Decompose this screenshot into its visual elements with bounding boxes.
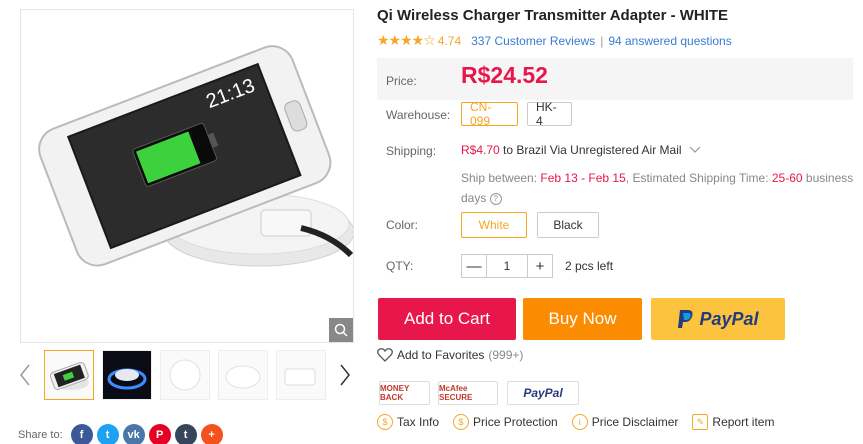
thumbnail-glow-image <box>107 368 147 390</box>
info-icon[interactable]: ? <box>489 192 502 205</box>
share-label: Share to: <box>18 429 63 441</box>
shipping-cost: R$4.70 <box>461 143 500 157</box>
price-disclaimer-label: Price Disclaimer <box>591 415 679 429</box>
shield-icon: $ <box>453 414 470 430</box>
price-row: Price: R$24.52 <box>377 58 853 100</box>
price-protection-label: Price Protection <box>473 415 558 429</box>
magnifier-icon <box>334 323 348 337</box>
thumbnail-prev-button[interactable] <box>18 360 32 390</box>
rating-value: 4.74 <box>437 33 462 48</box>
buy-now-button[interactable]: Buy Now <box>523 298 642 340</box>
reviews-link[interactable]: 337 Customer Reviews <box>471 34 595 48</box>
paypal-badge: PayPal <box>507 381 579 405</box>
tax-info-link[interactable]: $ Tax Info <box>377 414 439 430</box>
paypal-logo-icon <box>678 310 693 328</box>
money-back-badge: MONEY BACK <box>379 381 430 405</box>
twitter-icon[interactable]: t <box>96 424 119 444</box>
zoom-button[interactable] <box>329 318 353 342</box>
share-bar: Share to: f t vk P t + <box>18 424 223 444</box>
vk-icon[interactable]: vk <box>122 424 145 444</box>
report-item-link[interactable]: ✎ Report item <box>692 414 774 430</box>
shipping-method-text: to Brazil Via Unregistered Air Mail <box>499 143 682 157</box>
warehouse-option-hk[interactable]: HK-4 <box>527 100 572 128</box>
price-label: Price: <box>386 74 417 88</box>
info-circle-icon: i <box>571 414 588 430</box>
thumbnail-strip <box>18 350 358 402</box>
favorites-count: (999+) <box>488 348 524 362</box>
price-disclaimer-link[interactable]: i Price Disclaimer <box>571 414 679 430</box>
pinterest-icon[interactable]: P <box>148 424 171 444</box>
separator: | <box>600 33 604 48</box>
thumbnail-adapter-image <box>284 368 316 386</box>
info-links: $ Tax Info $ Price Protection i Price Discl… <box>377 414 774 430</box>
mcafee-badge: McAfee SECURE <box>438 381 498 405</box>
qty-decrease-button[interactable]: — <box>462 255 486 277</box>
chevron-left-icon <box>20 364 30 386</box>
color-option-black[interactable]: Black <box>537 212 599 238</box>
heart-icon <box>377 348 393 362</box>
ship-time-value: 25-60 <box>771 171 803 185</box>
product-title: Qi Wireless Charger Transmitter Adapter … <box>377 7 729 24</box>
ship-between-dates: Feb 13 - Feb 15 <box>540 171 626 185</box>
chevron-right-icon <box>340 364 350 386</box>
paypal-button[interactable]: PayPal <box>651 298 785 340</box>
ship-between-info: Ship between: Feb 13 - Feb 15, Estimated… <box>461 168 857 208</box>
thumbnail-2[interactable] <box>102 350 152 400</box>
rating-row: ★★★★☆ 4.74 337 Customer Reviews | 94 ans… <box>377 32 732 49</box>
star-rating-icon: ★★★★☆ <box>377 32 436 48</box>
qty-increase-button[interactable]: + <box>528 255 552 277</box>
add-to-favorites[interactable]: Add to Favorites (999+) <box>377 348 523 362</box>
thumbnail-1[interactable] <box>44 350 94 400</box>
color-label: Color: <box>386 218 419 232</box>
thumbnail-5[interactable] <box>276 350 326 400</box>
thumbnail-pad-image <box>225 365 261 389</box>
google-plus-icon[interactable]: + <box>200 424 223 444</box>
warehouse-option-cn[interactable]: CN-099 <box>461 100 518 128</box>
thumbnail-phone-image <box>49 361 89 390</box>
facebook-icon[interactable]: f <box>70 424 93 444</box>
thumbnail-3[interactable] <box>160 350 210 400</box>
main-product-image[interactable]: 21:13 <box>20 9 354 343</box>
warehouse-label: Warehouse: <box>386 108 451 122</box>
quantity-stepper: — 1 + <box>461 254 553 278</box>
tax-icon: $ <box>377 414 393 430</box>
add-to-cart-button[interactable]: Add to Cart <box>378 298 516 340</box>
shipping-label: Shipping: <box>386 144 437 158</box>
chevron-down-icon <box>689 146 701 153</box>
price-protection-link[interactable]: $ Price Protection <box>453 414 558 430</box>
questions-link[interactable]: 94 answered questions <box>608 34 731 48</box>
ship-between-label: Ship between: <box>461 171 541 185</box>
report-item-label: Report item <box>712 415 775 429</box>
qty-label: QTY: <box>386 259 414 273</box>
shipping-method[interactable]: R$4.70 to Brazil Via Unregistered Air Ma… <box>461 143 701 157</box>
ship-time-label: , Estimated Shipping Time: <box>625 171 772 185</box>
tumblr-icon[interactable]: t <box>174 424 197 444</box>
tax-info-label: Tax Info <box>397 415 440 429</box>
thumbnail-next-button[interactable] <box>338 360 352 390</box>
favorites-label: Add to Favorites <box>397 348 485 362</box>
pencil-icon: ✎ <box>692 414 709 430</box>
price-value: R$24.52 <box>461 62 548 88</box>
phone-charger-illustration: 21:13 <box>38 45 353 267</box>
color-option-white[interactable]: White <box>461 212 527 238</box>
paypal-button-label: PayPal <box>699 308 759 329</box>
stock-left: 2 pcs left <box>565 259 614 273</box>
qty-input[interactable]: 1 <box>486 255 528 277</box>
thumbnail-4[interactable] <box>218 350 268 400</box>
thumbnail-pad-image <box>169 359 201 391</box>
